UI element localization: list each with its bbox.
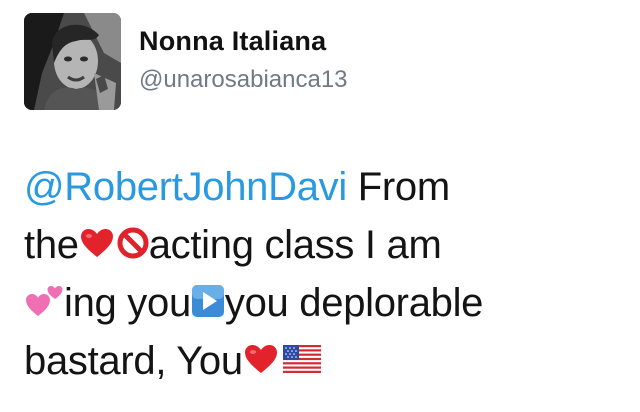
tweet-line: ing you you deplorable xyxy=(24,274,624,332)
two-hearts-icon xyxy=(24,284,64,318)
play-button-icon xyxy=(191,284,225,318)
tweet-line: the acting class I am xyxy=(24,216,624,274)
tweet-line: @RobertJohnDavi From xyxy=(24,158,624,216)
red-heart-icon xyxy=(79,227,115,259)
tweet-card: Nonna Italiana @unarosabianca13 @RobertJ… xyxy=(0,0,640,412)
tweet-text-segment: acting class I am xyxy=(148,223,442,267)
avatar[interactable] xyxy=(24,13,121,110)
user-handle[interactable]: @unarosabianca13 xyxy=(139,66,348,94)
profile-photo-icon xyxy=(24,13,121,110)
tweet-text-segment: bastard, You xyxy=(24,339,243,383)
us-flag-icon xyxy=(282,345,321,374)
tweet-text-segment: ing you xyxy=(64,281,191,325)
tweet-text-segment: From xyxy=(346,165,450,209)
tweet-text: @RobertJohnDavi From the acting class I … xyxy=(24,158,624,390)
tweet-text-segment: you deplorable xyxy=(224,281,484,325)
mention-link[interactable]: @RobertJohnDavi xyxy=(24,165,347,209)
prohibited-icon xyxy=(117,227,149,259)
red-heart-icon xyxy=(243,343,279,375)
tweet-text-segment: the xyxy=(24,223,79,267)
display-name[interactable]: Nonna Italiana xyxy=(139,26,326,57)
tweet-line: bastard, You xyxy=(24,332,624,390)
